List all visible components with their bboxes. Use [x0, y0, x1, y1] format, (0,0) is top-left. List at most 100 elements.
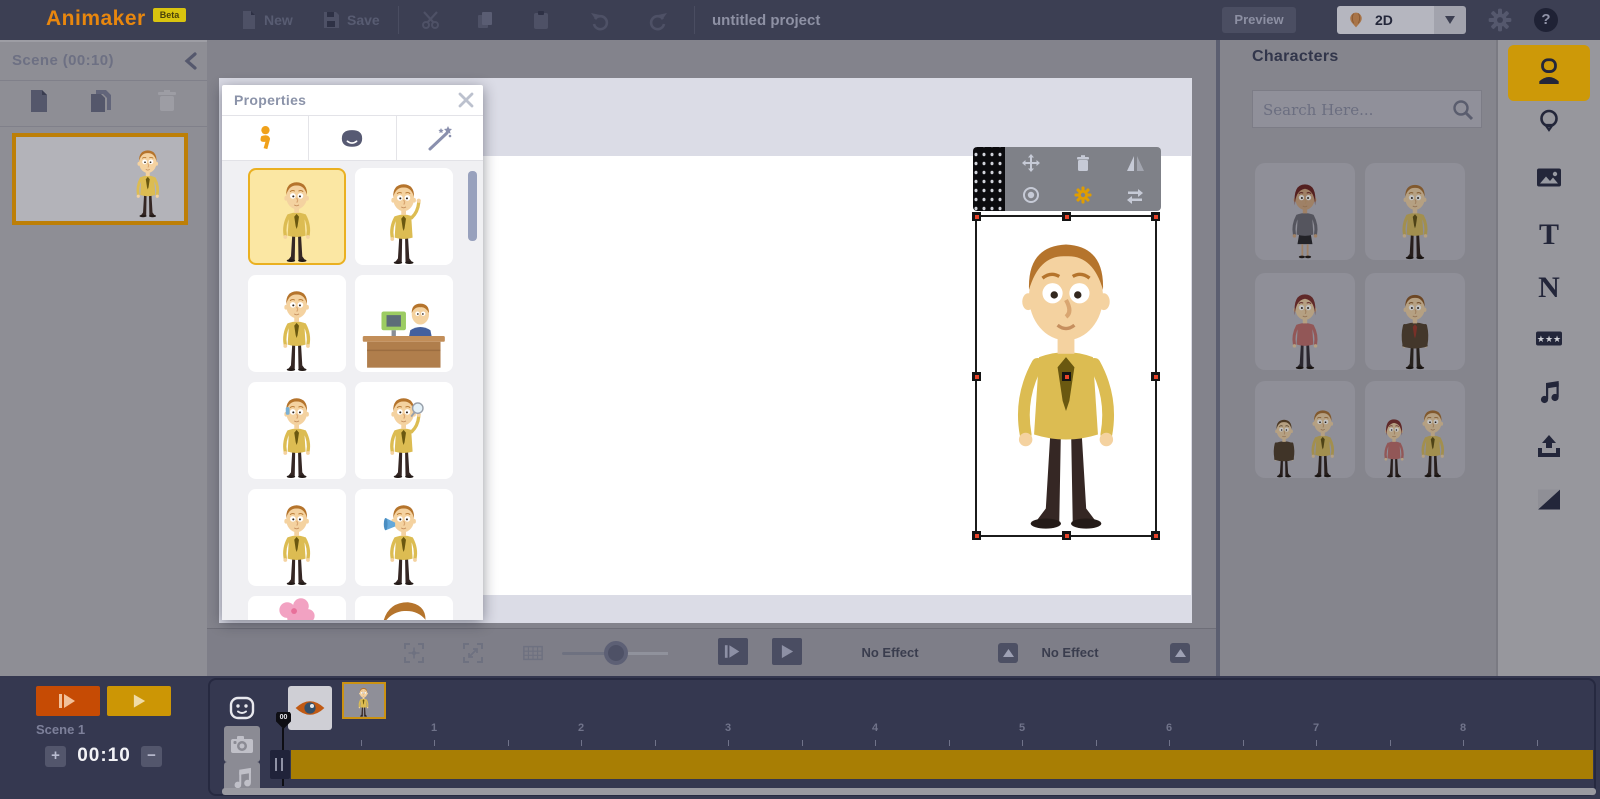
pose-card-phone[interactable]	[248, 382, 346, 479]
rail-upload-tab[interactable]	[1536, 434, 1562, 464]
new-button[interactable]: New	[264, 12, 293, 28]
preview-button[interactable]: Preview	[1222, 7, 1296, 33]
character-card-yellow-man[interactable]	[1365, 163, 1465, 260]
scene-thumbnail[interactable]	[12, 133, 188, 225]
center-handle[interactable]	[1062, 372, 1071, 381]
resize-handle-ne[interactable]	[1151, 212, 1160, 221]
focus-button[interactable]	[1005, 179, 1057, 211]
play-from-start-button[interactable]	[718, 638, 748, 665]
rail-images-tab[interactable]	[1536, 166, 1563, 195]
center-canvas-icon[interactable]	[403, 642, 425, 664]
toolbar-drag-handle[interactable]	[973, 147, 1005, 211]
toggle-visibility-cell[interactable]	[288, 686, 332, 730]
grid-icon[interactable]	[522, 642, 544, 664]
resize-handle-w[interactable]	[972, 372, 981, 381]
resize-handle-s[interactable]	[1062, 531, 1071, 540]
mode-dropdown-arrow[interactable]	[1434, 6, 1466, 34]
increase-duration-button[interactable]: +	[45, 746, 66, 767]
search-input[interactable]	[1261, 95, 1445, 125]
play-scene-button-timeline[interactable]	[107, 686, 171, 716]
tab-expressions[interactable]	[309, 116, 396, 160]
mode-dropdown[interactable]: 2D	[1337, 6, 1466, 34]
resize-handle-e[interactable]	[1151, 372, 1160, 381]
rail-numbers-tab[interactable]: N	[1538, 274, 1560, 302]
ruler-tick	[1316, 740, 1317, 746]
fullscreen-icon[interactable]	[462, 642, 484, 664]
duplicate-scene-icon[interactable]	[88, 88, 114, 114]
scene-name-label[interactable]: Scene 1	[36, 722, 85, 737]
zoom-slider-knob[interactable]	[604, 641, 628, 665]
track-character-button[interactable]	[224, 690, 260, 726]
cut-icon[interactable]	[420, 9, 442, 31]
settings-gear-icon[interactable]	[1488, 8, 1512, 32]
pose-card-magnify[interactable]	[355, 382, 453, 479]
decrease-duration-button[interactable]: −	[141, 746, 162, 767]
pose-card-wave[interactable]	[355, 168, 453, 265]
project-title[interactable]: untitled project	[712, 12, 820, 29]
mode-current[interactable]: 2D	[1337, 6, 1434, 34]
selected-object[interactable]	[975, 215, 1157, 537]
character-card-businesswoman[interactable]	[1255, 163, 1355, 260]
timeline-scrollbar[interactable]	[222, 788, 1596, 795]
character-card-suit-man[interactable]	[1365, 273, 1465, 370]
rail-text-tab[interactable]: T	[1539, 221, 1559, 249]
resize-handle-se[interactable]	[1151, 531, 1160, 540]
duration-bar-handle[interactable]	[270, 750, 290, 779]
object-settings-button[interactable]	[1057, 179, 1109, 211]
chevron-down-icon	[1445, 16, 1455, 24]
track-camera-button[interactable]	[224, 726, 260, 762]
paste-icon[interactable]	[530, 9, 552, 31]
collapse-panel-icon[interactable]	[184, 52, 197, 70]
resize-handle-nw[interactable]	[972, 212, 981, 221]
undo-icon[interactable]	[588, 9, 610, 31]
swap-arrows-icon	[1126, 186, 1144, 204]
flip-icon	[1126, 155, 1145, 172]
character-card-couple[interactable]	[1365, 381, 1465, 478]
scenes-panel: Scene (00:10)	[0, 40, 207, 678]
enter-effect-dropdown[interactable]	[998, 643, 1018, 663]
tab-poses[interactable]	[222, 116, 309, 160]
camera-icon	[229, 732, 255, 756]
close-icon[interactable]	[457, 91, 475, 109]
tab-effects[interactable]	[397, 116, 483, 160]
exit-effect-dropdown[interactable]	[1170, 643, 1190, 663]
flip-button[interactable]	[1109, 147, 1161, 179]
character-card-handshake[interactable]	[1255, 381, 1355, 478]
timeline-character-thumbnail[interactable]	[342, 682, 386, 719]
scene-duration-bar[interactable]	[291, 750, 1593, 779]
pose-card-stand2[interactable]	[248, 489, 346, 586]
ruler-tick	[1390, 740, 1391, 746]
redo-icon[interactable]	[648, 9, 670, 31]
save-icon[interactable]	[320, 9, 342, 31]
pose-card-megaphone[interactable]	[355, 489, 453, 586]
move-button[interactable]	[1005, 147, 1057, 179]
rail-music-tab[interactable]	[1536, 380, 1562, 410]
swap-button[interactable]	[1109, 179, 1161, 211]
rail-background-tab[interactable]	[1536, 488, 1562, 517]
properties-tabs	[222, 116, 483, 161]
add-scene-icon[interactable]	[26, 88, 52, 114]
pose-card-bow[interactable]	[355, 596, 453, 620]
delete-button[interactable]	[1057, 147, 1109, 179]
rail-effects-tab[interactable]: ★★★	[1535, 328, 1563, 355]
character-card-red-woman[interactable]	[1255, 273, 1355, 370]
chevron-up-icon	[1175, 649, 1186, 657]
rail-props-tab[interactable]	[1536, 109, 1562, 142]
pose-list-scrollbar[interactable]	[468, 171, 477, 241]
search-icon[interactable]	[1451, 98, 1475, 122]
play-scene-button[interactable]	[772, 638, 802, 665]
rail-characters-tab[interactable]	[1535, 57, 1563, 90]
play-all-button[interactable]	[36, 686, 100, 716]
save-button[interactable]: Save	[347, 12, 380, 28]
ruler-tick	[1096, 740, 1097, 746]
help-button[interactable]: ?	[1534, 8, 1558, 32]
copy-icon[interactable]	[474, 9, 496, 31]
pose-card-desk[interactable]	[355, 275, 453, 372]
delete-scene-icon[interactable]	[154, 88, 180, 114]
pose-card-stand[interactable]	[248, 168, 346, 265]
pose-card-flowers[interactable]	[248, 596, 346, 620]
resize-handle-sw[interactable]	[972, 531, 981, 540]
new-page-icon[interactable]	[238, 9, 260, 31]
resize-handle-n[interactable]	[1062, 212, 1071, 221]
pose-card-side[interactable]	[248, 275, 346, 372]
